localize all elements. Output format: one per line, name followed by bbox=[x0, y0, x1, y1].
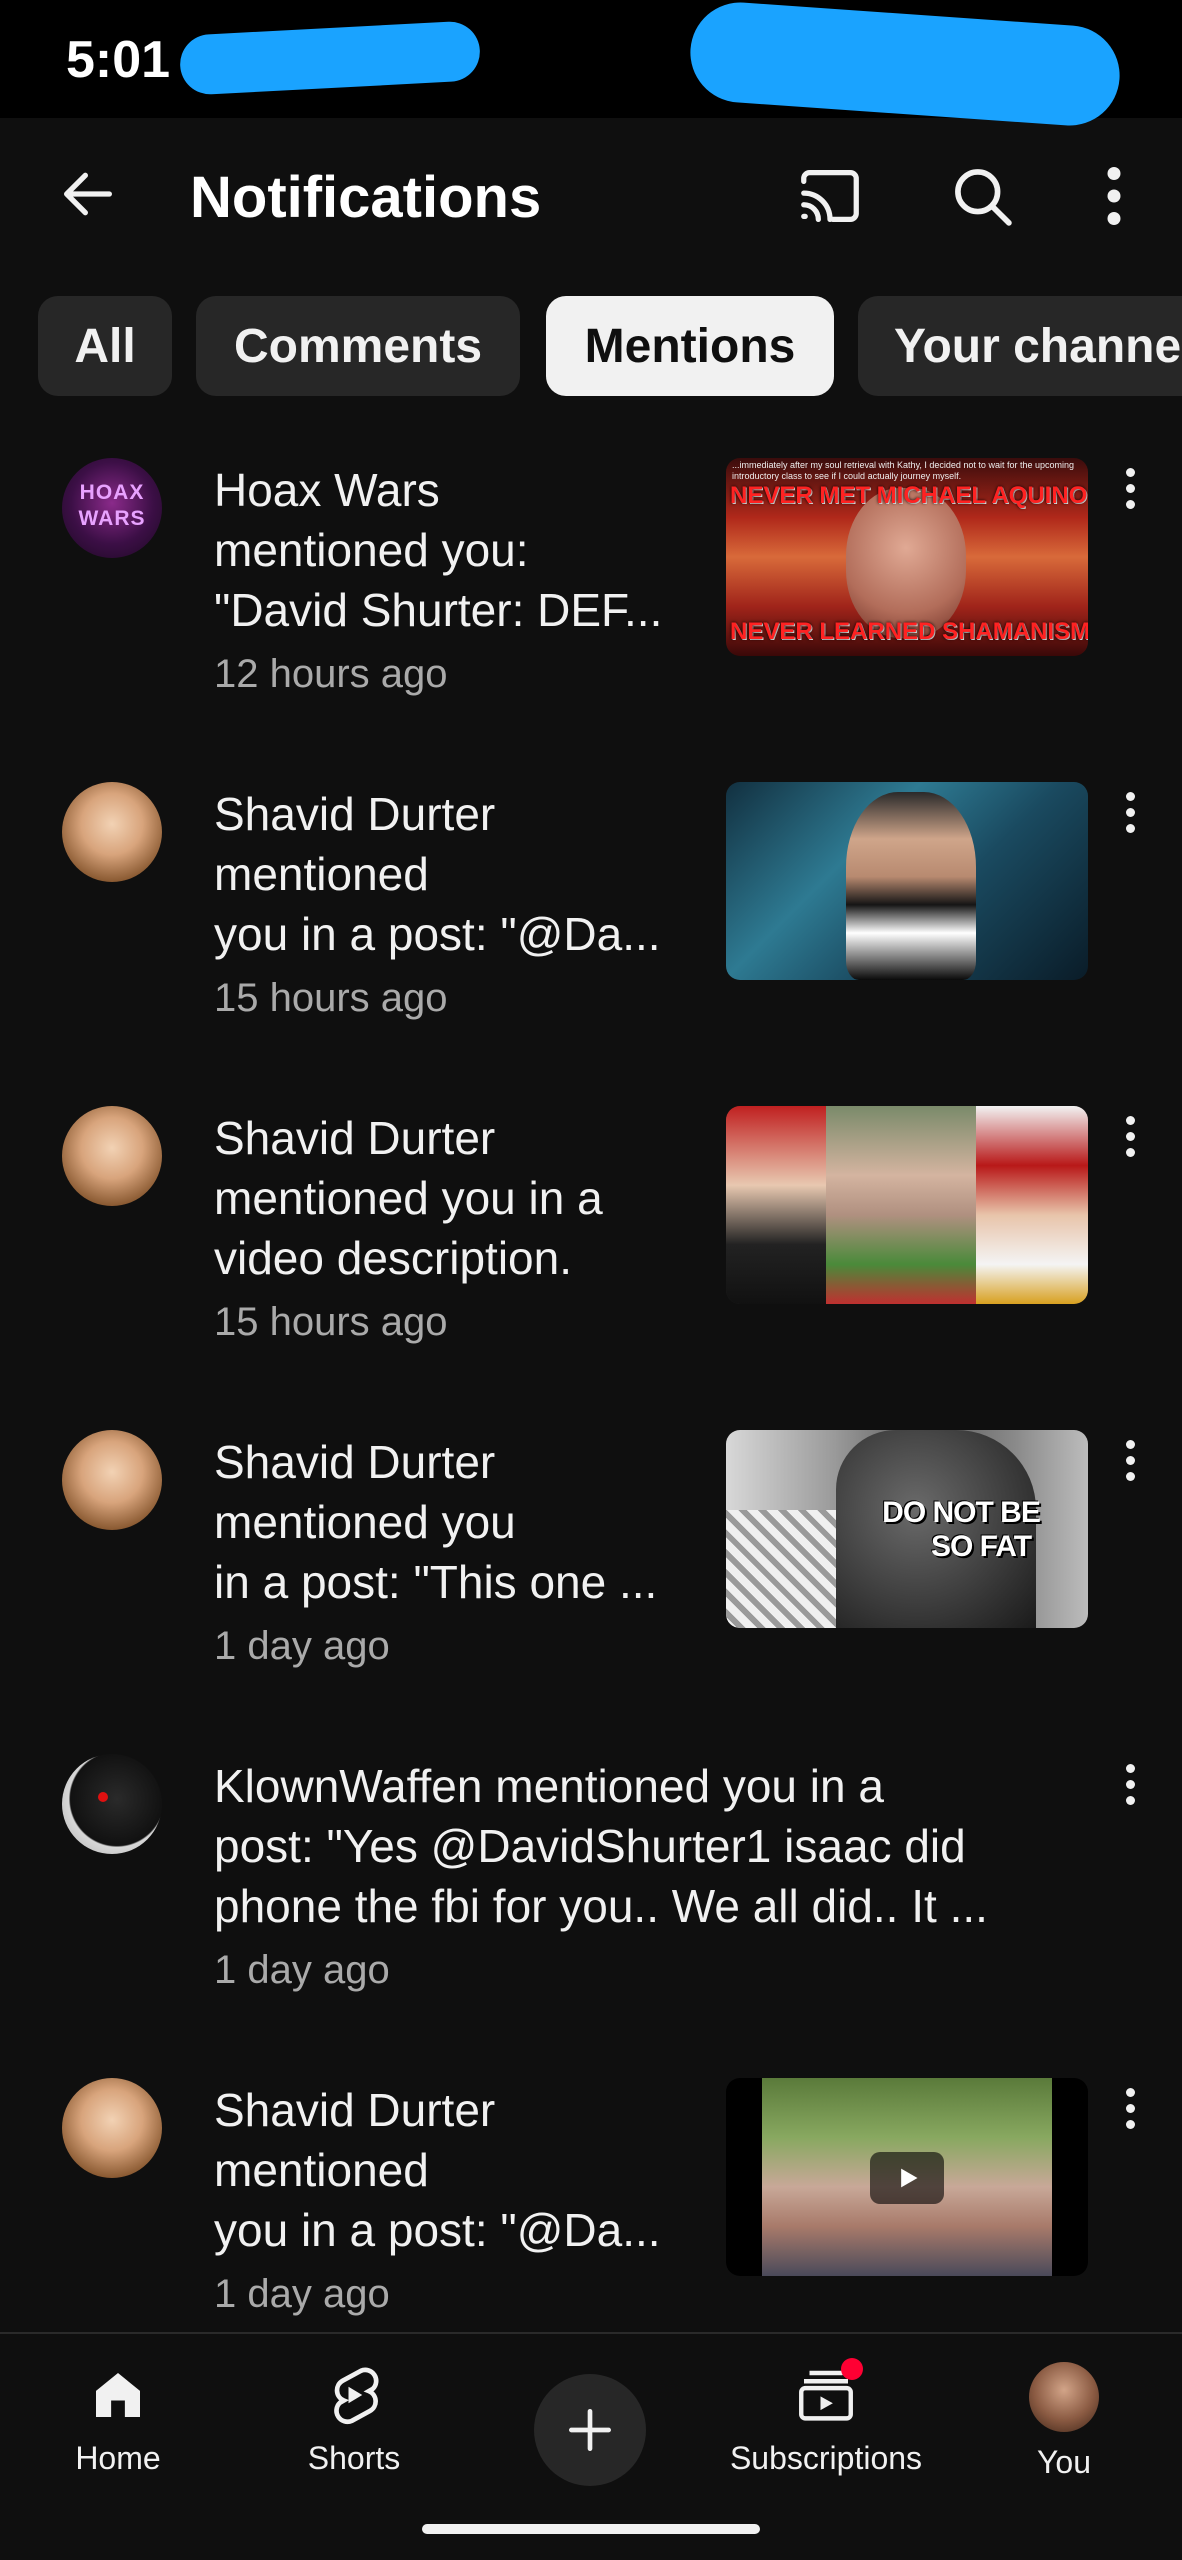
notification-text: Shavid Durter mentioned you in a post: "… bbox=[214, 1436, 658, 1608]
video-thumbnail[interactable]: ...immediately after my soul retrieval w… bbox=[726, 458, 1088, 656]
notification-menu-button[interactable] bbox=[1110, 1106, 1150, 1166]
cast-button[interactable] bbox=[788, 154, 872, 238]
notification-time: 12 hours ago bbox=[214, 652, 448, 696]
more-options-button[interactable] bbox=[1072, 154, 1156, 238]
notification-menu-button[interactable] bbox=[1110, 1430, 1150, 1490]
video-thumbnail[interactable] bbox=[726, 1106, 1088, 1304]
search-button[interactable] bbox=[940, 154, 1024, 238]
status-time: 5:01 bbox=[66, 31, 171, 89]
avatar[interactable] bbox=[62, 1754, 162, 1854]
status-bar: 5:01 bbox=[0, 0, 1182, 129]
more-vertical-icon bbox=[1107, 167, 1121, 225]
notification-text: Hoax Wars mentioned you: "David Shurter:… bbox=[214, 464, 663, 636]
thumbnail-panel-right bbox=[976, 1106, 1088, 1304]
app-bar: Notifications bbox=[0, 118, 1182, 274]
nav-subscriptions-label: Subscriptions bbox=[729, 2440, 923, 2476]
thumbnail-caption: ...immediately after my soul retrieval w… bbox=[732, 460, 1074, 481]
avatar[interactable] bbox=[62, 1106, 162, 1206]
video-thumbnail[interactable] bbox=[726, 2078, 1088, 2276]
notification-menu-button[interactable] bbox=[1110, 458, 1150, 518]
notification-time: 15 hours ago bbox=[214, 1300, 448, 1344]
chip-your-channel[interactable]: Your channe bbox=[858, 296, 1182, 396]
back-arrow-icon bbox=[64, 172, 112, 216]
notification-text: Shavid Durter mentioned you in a post: "… bbox=[214, 788, 661, 960]
notification-time: 1 day ago bbox=[214, 1948, 390, 1992]
notification-text: KlownWaffen mentioned you in a post: "Ye… bbox=[214, 1760, 988, 1932]
home-indicator bbox=[422, 2524, 760, 2534]
back-button[interactable] bbox=[48, 154, 128, 234]
nav-shorts[interactable]: Shorts bbox=[244, 2362, 464, 2477]
thumbnail-title-top: NEVER MET MICHAEL AQUINO bbox=[730, 482, 1088, 509]
play-icon bbox=[870, 2152, 944, 2204]
nav-subscriptions[interactable]: Subscriptions bbox=[716, 2358, 936, 2477]
avatar[interactable] bbox=[62, 1430, 162, 1530]
notification-menu-button[interactable] bbox=[1110, 2078, 1150, 2138]
thumbnail-title-bottom: NEVER LEARNED SHAMANISM bbox=[730, 618, 1088, 645]
notification-badge-dot bbox=[841, 2358, 863, 2380]
user-avatar bbox=[1029, 2362, 1099, 2432]
thumbnail-title-line2: SO FAT bbox=[930, 1530, 1032, 1563]
nav-home-label: Home bbox=[75, 2440, 161, 2476]
notification-time: 15 hours ago bbox=[214, 976, 448, 1020]
video-thumbnail[interactable]: DO NOT BE SO FAT bbox=[726, 1430, 1088, 1628]
notification-time: 1 day ago bbox=[214, 2272, 390, 2316]
nav-you[interactable]: You bbox=[954, 2362, 1174, 2481]
thumbnail-panel-left bbox=[726, 1106, 826, 1304]
notification-menu-button[interactable] bbox=[1110, 1754, 1150, 1814]
avatar[interactable] bbox=[62, 782, 162, 882]
thumbnail-panel-center bbox=[826, 1106, 976, 1304]
avatar[interactable]: HOAX WARS bbox=[62, 458, 162, 558]
redaction-scribble-right bbox=[687, 0, 1123, 129]
notification-text: Shavid Durter mentioned you in a post: "… bbox=[214, 2084, 661, 2256]
search-icon bbox=[955, 169, 1012, 226]
nav-you-label: You bbox=[1037, 2444, 1091, 2480]
notification-item[interactable]: Shavid Durter mentioned you in a post: "… bbox=[0, 1430, 1182, 1752]
avatar-eye bbox=[98, 1792, 108, 1802]
thumbnail-title-line1: DO NOT BE bbox=[882, 1496, 1041, 1529]
cast-icon bbox=[801, 170, 859, 222]
filter-chips: All Comments Mentions Your channe bbox=[0, 296, 1182, 396]
page-title: Notifications bbox=[190, 165, 542, 230]
thumbnail-figure bbox=[846, 792, 976, 980]
chip-comments[interactable]: Comments bbox=[196, 296, 520, 396]
nav-shorts-label: Shorts bbox=[307, 2440, 401, 2476]
notification-item[interactable]: HOAX WARS Hoax Wars mentioned you: "Davi… bbox=[0, 458, 1182, 780]
nav-home[interactable]: Home bbox=[8, 2362, 228, 2477]
notification-item[interactable]: Shavid Durter mentioned you in a post: "… bbox=[0, 782, 1182, 1104]
thumbnail-basket bbox=[726, 1510, 846, 1628]
shorts-icon bbox=[334, 2367, 379, 2425]
video-thumbnail[interactable] bbox=[726, 782, 1088, 980]
avatar[interactable] bbox=[62, 2078, 162, 2178]
notification-time: 1 day ago bbox=[214, 1624, 390, 1668]
redaction-scribble-left bbox=[178, 20, 482, 96]
chip-mentions[interactable]: Mentions bbox=[546, 296, 834, 396]
notification-item[interactable]: KlownWaffen mentioned you in a post: "Ye… bbox=[0, 1754, 1182, 2076]
home-icon bbox=[96, 2373, 140, 2417]
notification-menu-button[interactable] bbox=[1110, 782, 1150, 842]
notification-text: Shavid Durter mentioned you in a video d… bbox=[214, 1112, 603, 1284]
create-button[interactable] bbox=[534, 2374, 646, 2486]
plus-icon bbox=[569, 2409, 611, 2451]
chip-all[interactable]: All bbox=[38, 296, 172, 396]
thumbnail-face bbox=[846, 488, 966, 638]
notification-item[interactable]: Shavid Durter mentioned you in a video d… bbox=[0, 1106, 1182, 1428]
avatar-logo-text: HOAX WARS bbox=[78, 481, 146, 530]
